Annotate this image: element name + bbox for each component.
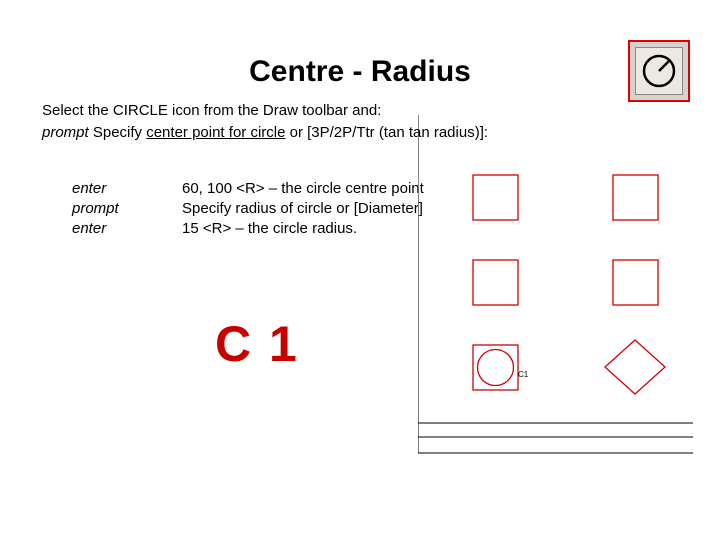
cad-preview: C1 (418, 115, 693, 455)
cad-circle-label: C1 (518, 370, 528, 379)
step-row: prompt Specify radius of circle or [Diam… (72, 200, 424, 217)
step-label: prompt (72, 200, 182, 217)
step-label: enter (72, 180, 182, 197)
instruction-underline: center point for circle (146, 124, 285, 141)
step-text: 15 <R> – the circle radius. (182, 220, 357, 237)
figure-label-c1: C 1 (215, 315, 299, 373)
step-row: enter 60, 100 <R> – the circle centre po… (72, 180, 424, 197)
circle-tool-button[interactable] (628, 40, 690, 102)
instruction-text: Specify (89, 124, 147, 141)
steps-block: enter 60, 100 <R> – the circle centre po… (72, 180, 424, 240)
step-text: 60, 100 <R> – the circle centre point (182, 180, 424, 197)
page-title: Centre - Radius (0, 55, 720, 89)
step-row: enter 15 <R> – the circle radius. (72, 220, 424, 237)
circle-tool-icon (635, 47, 683, 95)
prompt-label: prompt (42, 124, 89, 141)
step-label: enter (72, 220, 182, 237)
step-text: Specify radius of circle or [Diameter] (182, 200, 423, 217)
